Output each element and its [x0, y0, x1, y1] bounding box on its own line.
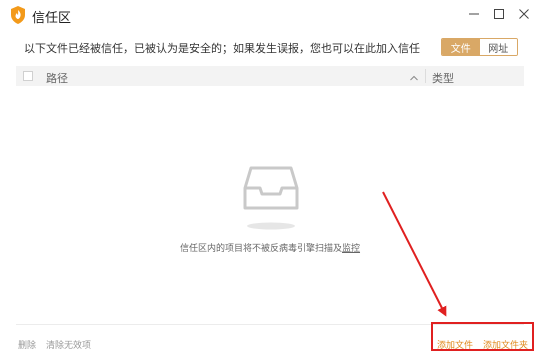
- monitor-link[interactable]: 监控: [342, 244, 360, 254]
- column-divider[interactable]: [425, 69, 426, 83]
- maximize-icon[interactable]: [487, 4, 511, 24]
- close-icon[interactable]: [512, 4, 536, 24]
- sort-up-icon[interactable]: [408, 69, 420, 81]
- select-all-checkbox[interactable]: [23, 71, 33, 81]
- minimize-icon[interactable]: [462, 4, 486, 24]
- empty-state-message: 信任区内的项目将不被反病毒引擎扫描及监控: [0, 241, 540, 254]
- tab-url[interactable]: 网址: [479, 39, 517, 55]
- annotation-highlight-box: [431, 322, 534, 351]
- window-title: 信任区: [32, 11, 72, 26]
- trust-notice: 以下文件已经被信任，已被认为是安全的；如果发生误报，您也可以在此加入信任: [24, 42, 420, 55]
- empty-tray-icon: [242, 162, 300, 232]
- clear-invalid-button[interactable]: 清除无效项: [46, 338, 91, 351]
- table-header: 路径 类型: [16, 66, 524, 86]
- type-segmented-control: 文件 网址: [441, 38, 518, 56]
- empty-state-text: 信任区内的项目将不被反病毒引擎扫描及: [179, 244, 342, 254]
- column-header-path[interactable]: 路径: [46, 70, 68, 86]
- delete-button[interactable]: 删除: [18, 338, 36, 351]
- column-header-type[interactable]: 类型: [432, 70, 454, 86]
- shield-icon: [8, 5, 28, 25]
- title-bar: 信任区: [0, 0, 540, 30]
- tab-file[interactable]: 文件: [442, 39, 480, 55]
